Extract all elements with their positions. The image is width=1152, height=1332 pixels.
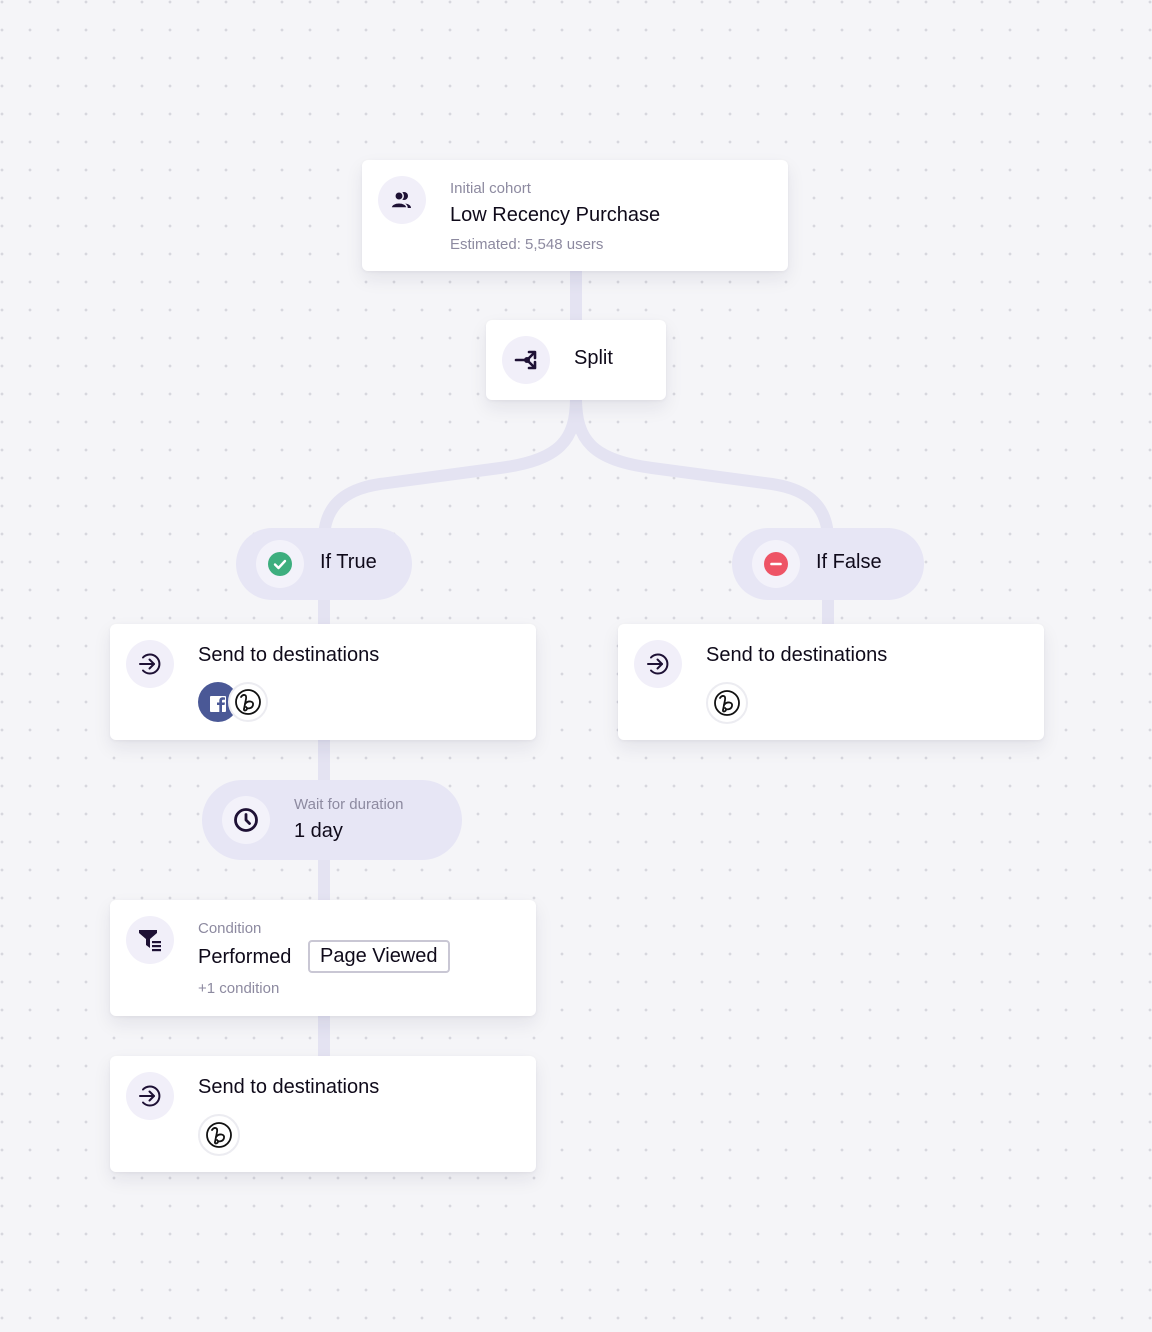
connector-split-true bbox=[318, 397, 582, 541]
condition-extra[interactable]: +1 condition bbox=[198, 980, 279, 997]
check-circle-icon bbox=[256, 540, 304, 588]
users-icon bbox=[378, 176, 426, 224]
false-send-title: Send to destinations bbox=[706, 644, 888, 666]
true-send-destinations-card[interactable]: Send to destinations bbox=[110, 624, 536, 740]
destination-logos bbox=[198, 682, 268, 722]
minus-circle-icon bbox=[752, 540, 800, 588]
destination-logos bbox=[198, 1114, 240, 1156]
connector-split-false bbox=[570, 397, 834, 541]
braze-logo bbox=[198, 1114, 240, 1156]
arrow-right-enter-icon bbox=[634, 640, 682, 688]
if-true-label: If True bbox=[320, 551, 377, 573]
arrow-right-enter-icon bbox=[126, 640, 174, 688]
condition-card[interactable]: Condition Performed Page Viewed +1 condi… bbox=[110, 900, 536, 1016]
arrow-right-enter-icon bbox=[126, 1072, 174, 1120]
initial-cohort-card[interactable]: Initial cohort Low Recency Purchase Esti… bbox=[362, 160, 788, 271]
condition-verb: Performed bbox=[198, 946, 292, 968]
wait-label: Wait for duration bbox=[294, 796, 404, 813]
braze-logo bbox=[228, 682, 268, 722]
branch-if-false[interactable]: If False bbox=[732, 528, 924, 600]
filter-list-icon bbox=[126, 916, 174, 964]
destination-logos bbox=[706, 682, 748, 724]
cohort-label: Initial cohort bbox=[450, 180, 531, 197]
condition-label: Condition bbox=[198, 920, 262, 937]
false-send-destinations-card[interactable]: Send to destinations bbox=[618, 624, 1044, 740]
true-send-2-title: Send to destinations bbox=[198, 1076, 380, 1098]
wait-duration-step[interactable]: Wait for duration 1 day bbox=[202, 780, 462, 860]
condition-event-tag[interactable]: Page Viewed bbox=[308, 940, 450, 973]
cohort-title: Low Recency Purchase bbox=[450, 204, 661, 226]
split-card[interactable]: Split bbox=[486, 320, 666, 400]
true-send-title: Send to destinations bbox=[198, 644, 380, 666]
branch-if-true[interactable]: If True bbox=[236, 528, 412, 600]
cohort-estimate: Estimated: 5,548 users bbox=[450, 236, 604, 253]
clock-icon bbox=[222, 796, 270, 844]
split-icon bbox=[502, 336, 550, 384]
wait-value: 1 day bbox=[294, 820, 343, 842]
split-label: Split bbox=[574, 347, 613, 369]
true-send-destinations-card-2[interactable]: Send to destinations bbox=[110, 1056, 536, 1172]
if-false-label: If False bbox=[816, 551, 882, 573]
braze-logo bbox=[706, 682, 748, 724]
